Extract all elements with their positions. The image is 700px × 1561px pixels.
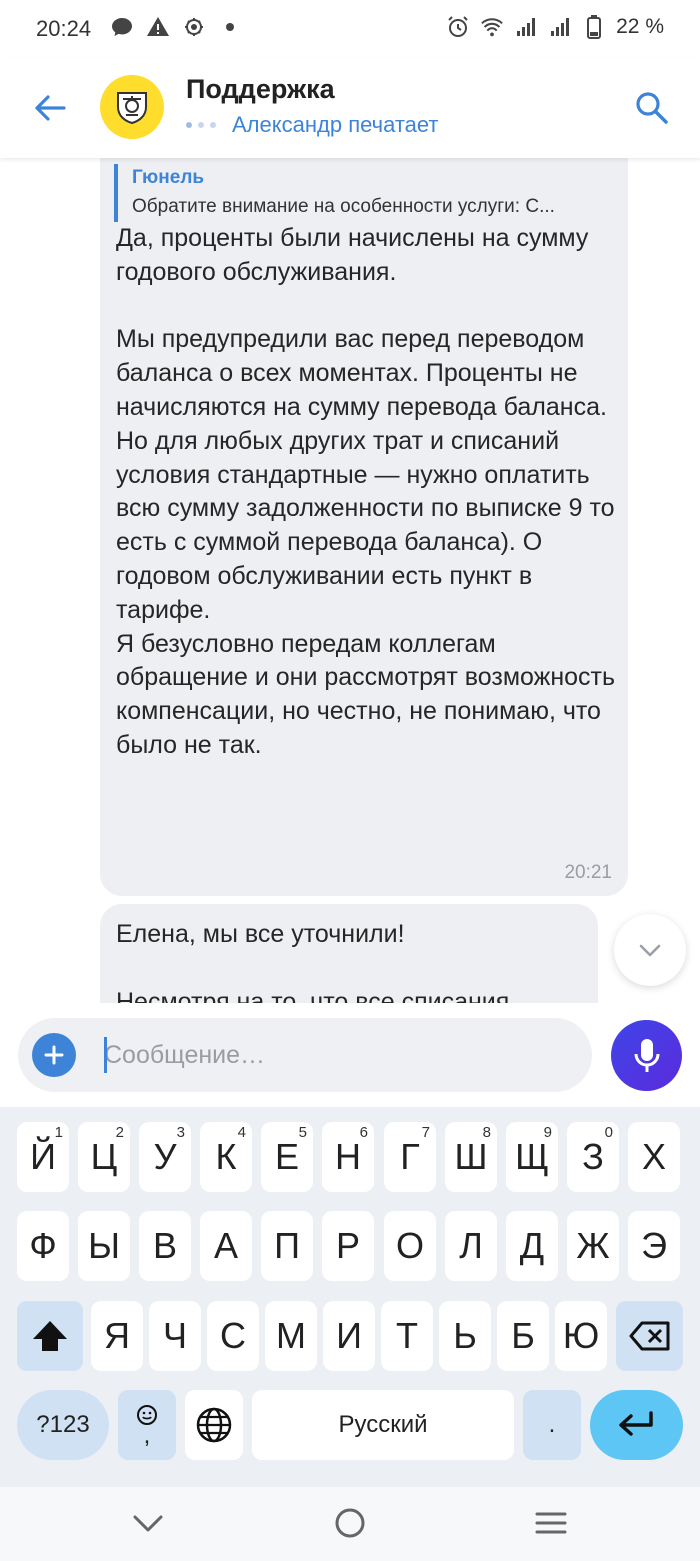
key[interactable]: Д xyxy=(506,1211,558,1281)
globe-icon xyxy=(196,1407,232,1443)
message-bubble[interactable]: Гюнель Обратите внимание на особенности … xyxy=(100,158,628,896)
message-text: Елена, мы все уточнили! Несмотря на то, … xyxy=(116,920,510,1003)
emoji-comma-key[interactable]: , xyxy=(118,1390,176,1460)
message-text: Да, проценты были начислены на сумму год… xyxy=(116,224,616,759)
bank-crest-icon xyxy=(117,92,147,125)
key[interactable]: Р xyxy=(322,1211,374,1281)
period-key[interactable]: . xyxy=(523,1390,581,1460)
attach-button[interactable] xyxy=(32,1033,76,1077)
chat-bubble-icon xyxy=(110,15,134,39)
key[interactable]: А xyxy=(200,1211,252,1281)
bug-icon xyxy=(182,15,206,39)
battery-percent: 22 % xyxy=(616,15,664,38)
search-button[interactable] xyxy=(630,86,674,130)
key[interactable]: М xyxy=(265,1301,317,1371)
status-bar: 20:24 22 % xyxy=(0,0,700,58)
chevron-down-icon xyxy=(639,944,661,957)
plus-icon xyxy=(44,1045,64,1065)
enter-key[interactable] xyxy=(590,1390,683,1460)
quote-author: Гюнель xyxy=(132,167,205,188)
message-input[interactable] xyxy=(104,1032,574,1078)
recents-button[interactable] xyxy=(531,1503,571,1543)
key[interactable]: Э xyxy=(628,1211,680,1281)
key[interactable]: Ж xyxy=(567,1211,619,1281)
backspace-key[interactable] xyxy=(616,1301,683,1371)
voice-message-button[interactable] xyxy=(611,1020,682,1091)
wifi-icon xyxy=(480,15,504,39)
typing-indicator: Александр печатает xyxy=(186,112,438,138)
hide-keyboard-button[interactable] xyxy=(128,1503,168,1543)
key[interactable]: Ю xyxy=(555,1301,607,1371)
home-button[interactable] xyxy=(330,1503,370,1543)
arrow-back-icon xyxy=(35,95,66,121)
chat-title: Поддержка xyxy=(186,74,335,104)
key[interactable]: Ф xyxy=(17,1211,69,1281)
key[interactable]: Ш8 xyxy=(445,1122,497,1192)
signal-icon xyxy=(548,15,572,39)
enter-icon xyxy=(618,1411,653,1436)
key[interactable]: Ц2 xyxy=(78,1122,130,1192)
reply-quote[interactable]: Гюнель Обратите внимание на особенности … xyxy=(114,164,614,222)
key[interactable]: Ч xyxy=(149,1301,201,1371)
key[interactable]: С xyxy=(207,1301,259,1371)
key[interactable]: Щ9 xyxy=(506,1122,558,1192)
key[interactable]: П xyxy=(261,1211,313,1281)
typing-status: Александр печатает xyxy=(232,112,439,137)
key[interactable]: Х xyxy=(628,1122,680,1192)
key[interactable]: Ы xyxy=(78,1211,130,1281)
quote-text: Обратите внимание на особенности услуги:… xyxy=(132,196,555,217)
key[interactable]: Ь xyxy=(439,1301,491,1371)
key[interactable]: З0 xyxy=(567,1122,619,1192)
avatar[interactable] xyxy=(100,75,164,139)
warning-icon xyxy=(146,15,170,39)
key[interactable]: Б xyxy=(497,1301,549,1371)
composer xyxy=(0,1003,700,1107)
typing-dots-icon xyxy=(186,122,216,128)
menu-lines-icon xyxy=(535,1512,567,1534)
message-input-container xyxy=(18,1018,592,1092)
key[interactable]: Н6 xyxy=(322,1122,374,1192)
status-time: 20:24 xyxy=(36,16,92,41)
key[interactable]: Л xyxy=(445,1211,497,1281)
notification-icons xyxy=(110,15,242,39)
dot-icon xyxy=(218,15,242,39)
signal-icon xyxy=(514,15,538,39)
chat-header: Поддержка Александр печатает xyxy=(0,58,700,158)
status-right: 22 % xyxy=(446,15,664,39)
scroll-down-button[interactable] xyxy=(614,914,686,986)
shift-icon xyxy=(33,1321,67,1351)
key[interactable]: У3 xyxy=(139,1122,191,1192)
key[interactable]: О xyxy=(384,1211,436,1281)
language-key[interactable] xyxy=(185,1390,243,1460)
alarm-icon xyxy=(446,15,470,39)
chevron-down-icon xyxy=(133,1515,163,1532)
message-time: 20:21 xyxy=(564,862,612,883)
key[interactable]: Я xyxy=(91,1301,143,1371)
search-icon xyxy=(636,92,668,124)
key[interactable]: И xyxy=(323,1301,375,1371)
text-caret xyxy=(104,1037,107,1073)
keyboard: Й1 Ц2 У3 К4 Е5 Н6 Г7 Ш8 Щ9 З0 Х Ф Ы В А … xyxy=(0,1107,700,1487)
symbols-key[interactable]: ?123 xyxy=(17,1390,109,1460)
message-bubble[interactable]: Елена, мы все уточнили! Несмотря на то, … xyxy=(100,904,598,1003)
key[interactable]: Т xyxy=(381,1301,433,1371)
shift-key[interactable] xyxy=(17,1301,83,1371)
key[interactable]: Й1 xyxy=(17,1122,69,1192)
key[interactable]: Г7 xyxy=(384,1122,436,1192)
key[interactable]: Е5 xyxy=(261,1122,313,1192)
message-list[interactable]: Гюнель Обратите внимание на особенности … xyxy=(0,158,700,1003)
backspace-icon xyxy=(629,1321,669,1351)
key[interactable]: В xyxy=(139,1211,191,1281)
microphone-icon xyxy=(634,1038,659,1072)
home-circle-icon xyxy=(335,1508,365,1538)
navigation-bar xyxy=(0,1487,700,1561)
key[interactable]: К4 xyxy=(200,1122,252,1192)
back-button[interactable] xyxy=(28,86,72,130)
space-key[interactable]: Русский xyxy=(252,1390,514,1460)
battery-icon xyxy=(582,15,606,39)
